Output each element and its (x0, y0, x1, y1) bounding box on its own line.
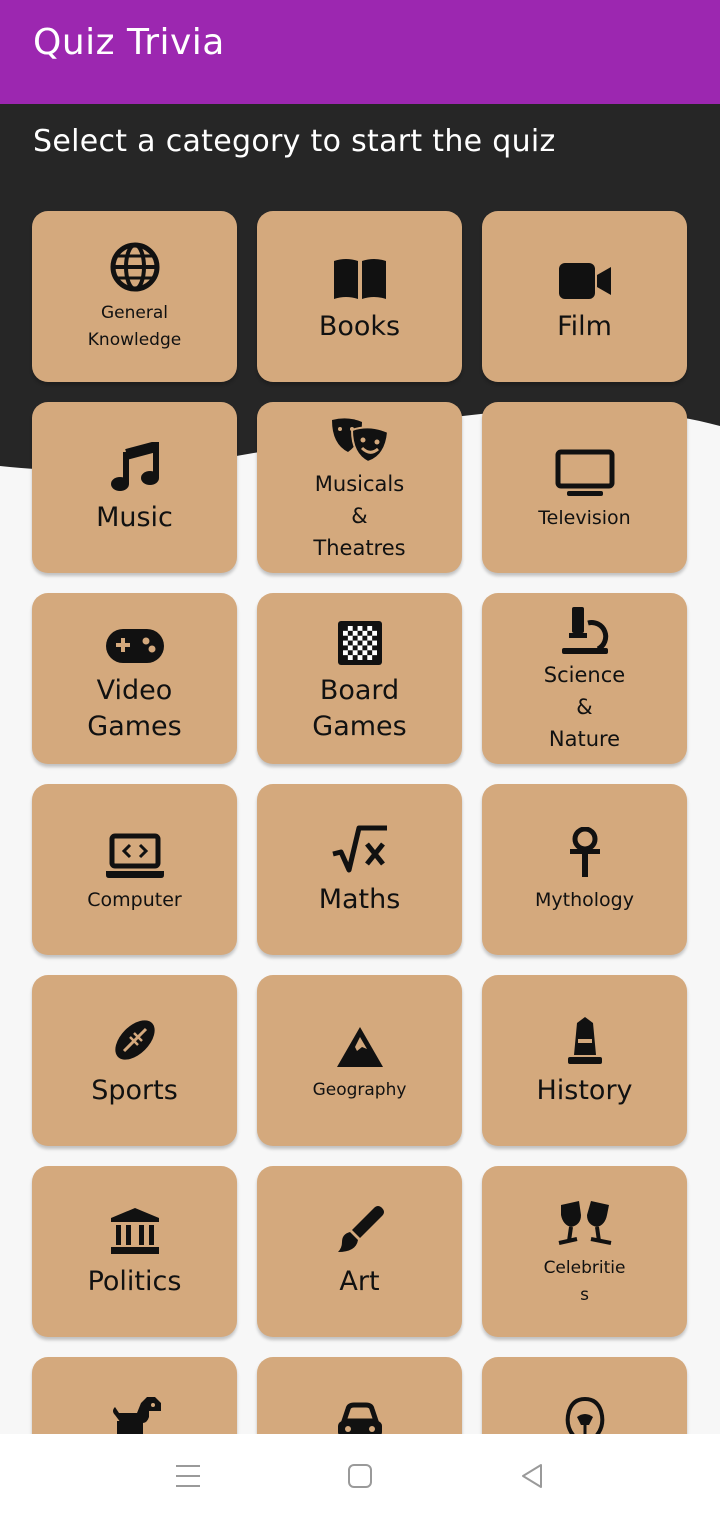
gamepad-icon (104, 613, 166, 665)
category-tile-maths[interactable]: Maths (257, 784, 462, 955)
back-icon (519, 1463, 545, 1493)
book-open-icon (332, 249, 388, 301)
category-tile-mythology[interactable]: Mythology (482, 784, 687, 955)
car-icon (334, 1393, 386, 1434)
category-label: Science & Nature (543, 662, 626, 751)
category-tile-comics[interactable] (482, 1357, 687, 1434)
home-button[interactable] (300, 1434, 420, 1522)
home-icon (347, 1463, 373, 1493)
category-label: Art (339, 1265, 380, 1297)
category-tile-politics[interactable]: Politics (32, 1166, 237, 1337)
category-label: Geography (312, 1080, 407, 1100)
tv-icon (555, 445, 615, 497)
category-tile-music[interactable]: Music (32, 402, 237, 573)
category-label: Television (538, 506, 631, 529)
category-tile-vehicles[interactable] (257, 1357, 462, 1434)
category-tile-animals[interactable] (32, 1357, 237, 1434)
category-label: Film (557, 310, 612, 342)
landmark-icon (109, 1204, 161, 1256)
mountain-icon (335, 1017, 385, 1069)
category-label: Board Games (312, 674, 407, 742)
category-label: Music (96, 501, 173, 533)
category-tile-television[interactable]: Television (482, 402, 687, 573)
category-label: Maths (318, 883, 401, 915)
dog-icon (107, 1393, 163, 1434)
category-tile-science-nature[interactable]: Science & Nature (482, 593, 687, 764)
ankh-icon (567, 826, 603, 879)
category-label: General Knowledge (87, 302, 182, 350)
video-camera-icon (557, 249, 613, 301)
category-label: Celebritie s (543, 1257, 626, 1305)
category-tile-art[interactable]: Art (257, 1166, 462, 1337)
category-label: Musicals & Theatres (313, 471, 406, 560)
square-root-icon (331, 822, 389, 874)
football-icon (110, 1013, 160, 1065)
category-tile-musicals-theatres[interactable]: Musicals & Theatres (257, 402, 462, 573)
category-tile-celebrities[interactable]: Celebritie s (482, 1166, 687, 1337)
glass-cheers-icon (555, 1195, 615, 1247)
globe-icon (110, 240, 160, 292)
category-tile-computer[interactable]: Computer (32, 784, 237, 955)
microscope-icon (560, 603, 610, 655)
category-grid: General Knowledge Books Film Music Music… (0, 0, 720, 1434)
category-label: Sports (91, 1074, 178, 1106)
category-tile-film[interactable]: Film (482, 211, 687, 382)
category-tile-history[interactable]: History (482, 975, 687, 1146)
category-tile-video-games[interactable]: Video Games (32, 593, 237, 764)
category-label: Politics (87, 1265, 182, 1297)
category-tile-sports[interactable]: Sports (32, 975, 237, 1146)
category-label: Mythology (535, 888, 634, 911)
menu-button[interactable] (128, 1434, 248, 1522)
category-tile-board-games[interactable]: Board Games (257, 593, 462, 764)
mandalorian-icon (563, 1393, 607, 1434)
category-label: History (536, 1074, 633, 1106)
category-tile-general-knowledge[interactable]: General Knowledge (32, 211, 237, 382)
category-tile-geography[interactable]: Geography (257, 975, 462, 1146)
music-note-icon (110, 440, 160, 492)
category-label: Books (318, 310, 401, 342)
back-button[interactable] (472, 1434, 592, 1522)
chessboard-icon (337, 613, 382, 665)
category-tile-books[interactable]: Books (257, 211, 462, 382)
laptop-code-icon (104, 827, 166, 879)
paintbrush-icon (334, 1204, 386, 1256)
category-label: Computer (87, 888, 182, 911)
monument-icon (566, 1013, 604, 1065)
theater-masks-icon (330, 412, 390, 464)
category-label: Video Games (87, 674, 182, 742)
menu-icon (174, 1463, 202, 1493)
system-navigation-bar (0, 1434, 720, 1522)
